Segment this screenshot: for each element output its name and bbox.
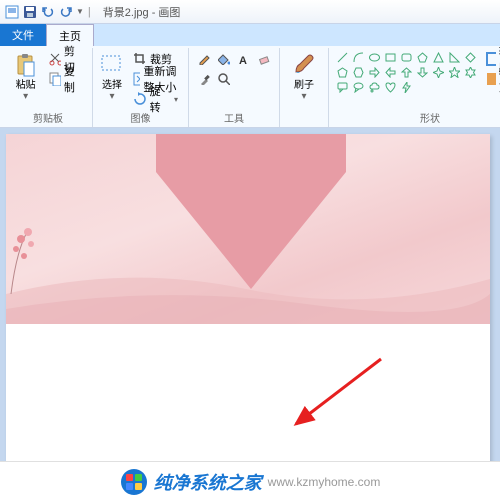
qat-dropdown-icon[interactable]: ▼ [76, 7, 84, 16]
select-icon [100, 54, 124, 78]
pencil-tool[interactable] [195, 50, 213, 68]
redo-icon[interactable] [58, 4, 74, 20]
outline-icon [486, 52, 496, 66]
eraser-tool[interactable] [255, 50, 273, 68]
save-icon[interactable] [22, 4, 38, 20]
shape-rtriangle[interactable] [447, 50, 462, 64]
resize-icon [133, 72, 140, 86]
rotate-icon [133, 92, 147, 106]
watermark: 纯净系统之家 www.kzmyhome.com [0, 461, 500, 501]
paste-button[interactable]: 粘贴▾ [10, 50, 41, 106]
group-brush: 刷子▾ [280, 48, 329, 127]
fill-button[interactable]: 填充▾ [482, 70, 500, 88]
group-image: 选择▾ 裁剪 重新调整大小 旋转▾ 图像 [93, 48, 189, 127]
rotate-button[interactable]: 旋转▾ [129, 90, 182, 108]
flowers-decoration [6, 214, 56, 294]
shape-callout-rect[interactable] [335, 80, 350, 94]
shape-callout-cloud[interactable] [367, 80, 382, 94]
annotation-arrow [286, 354, 386, 434]
quick-access-toolbar: ▼ [4, 4, 84, 20]
canvas-area [0, 128, 500, 496]
watermark-url: www.kzmyhome.com [268, 475, 381, 489]
shape-arrow-d[interactable] [415, 65, 430, 79]
title-separator: | [88, 6, 91, 18]
shape-arrow-r[interactable] [367, 65, 382, 79]
text-tool[interactable]: A [235, 50, 253, 68]
shape-heart[interactable] [383, 80, 398, 94]
group-label-shapes: 形状 [420, 108, 440, 127]
shape-oval[interactable] [367, 50, 382, 64]
group-tools: A 工具 [189, 48, 280, 127]
shape-arrow-u[interactable] [399, 65, 414, 79]
picker-tool[interactable] [195, 70, 213, 88]
group-label-clipboard: 剪贴板 [33, 108, 63, 127]
shape-lightning[interactable] [399, 80, 414, 94]
group-label-tools: 工具 [224, 108, 244, 127]
group-clipboard: 粘贴▾ 剪切 复制 剪贴板 [4, 48, 93, 127]
shape-arrow-l[interactable] [383, 65, 398, 79]
watermark-logo-icon [120, 468, 148, 496]
shape-curve[interactable] [351, 50, 366, 64]
magnifier-tool[interactable] [215, 70, 233, 88]
svg-text:A: A [239, 55, 247, 65]
shape-star4[interactable] [431, 65, 446, 79]
group-label-image: 图像 [131, 108, 151, 127]
undo-icon[interactable] [40, 4, 56, 20]
outline-button[interactable]: 轮廓▾ [482, 50, 500, 68]
tab-file[interactable]: 文件 [0, 24, 46, 46]
shape-pentagon[interactable] [335, 65, 350, 79]
copy-button[interactable]: 复制 [45, 70, 86, 88]
select-button[interactable]: 选择▾ [99, 50, 125, 106]
shape-roundrect[interactable] [399, 50, 414, 64]
shape-star5[interactable] [447, 65, 462, 79]
group-shapes: 轮廓▾ 填充▾ 形状 [329, 48, 500, 127]
shape-triangle[interactable] [431, 50, 446, 64]
title-bar: ▼ | 背景2.jpg - 画图 [0, 0, 500, 24]
shape-diamond[interactable] [463, 50, 478, 64]
diamond-shape [156, 134, 346, 294]
window-title: 背景2.jpg - 画图 [103, 4, 181, 20]
shape-star6[interactable] [463, 65, 478, 79]
app-icon [4, 4, 20, 20]
shape-hexagon[interactable] [351, 65, 366, 79]
fill-tool[interactable] [215, 50, 233, 68]
ribbon: 粘贴▾ 剪切 复制 剪贴板 选择▾ 裁剪 重新调整大小 旋转▾ 图像 [0, 46, 500, 128]
fill-icon [486, 72, 496, 86]
shapes-gallery[interactable] [335, 50, 478, 94]
brush-icon [292, 54, 316, 78]
canvas[interactable] [6, 134, 490, 484]
shape-line[interactable] [335, 50, 350, 64]
shape-polygon[interactable] [415, 50, 430, 64]
watermark-text: 纯净系统之家 [154, 469, 262, 495]
copy-icon [49, 72, 61, 86]
image-background [6, 134, 490, 324]
paste-icon [14, 54, 38, 78]
cut-icon [49, 52, 61, 66]
shape-callout-oval[interactable] [351, 80, 366, 94]
brush-button[interactable]: 刷子▾ [286, 50, 322, 106]
shape-rect[interactable] [383, 50, 398, 64]
